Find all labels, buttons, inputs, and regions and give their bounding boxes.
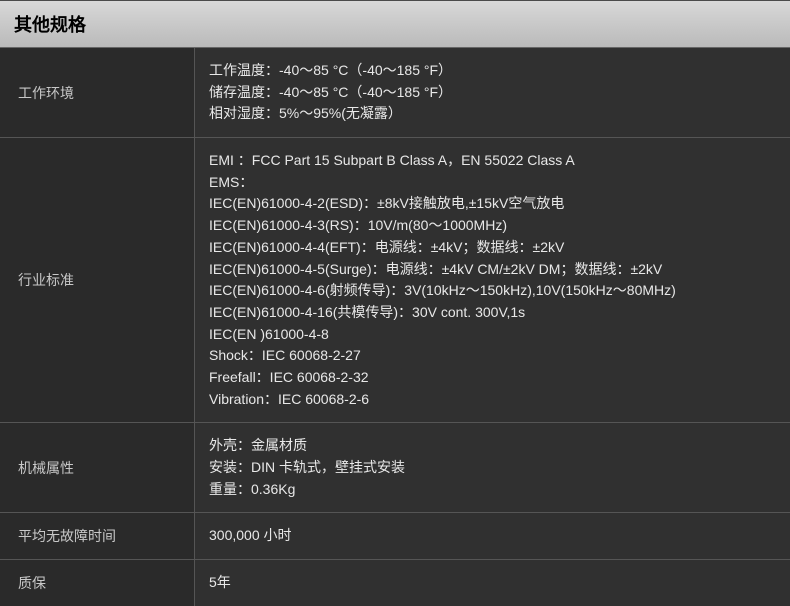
spec-table: 工作环境 工作温度：-40～85 °C（-40～185 °F） 储存温度：-40… (0, 48, 790, 606)
row-label: 机械属性 (0, 423, 195, 512)
value-line: IEC(EN)61000-4-3(RS)：10V/m(80～1000MHz) (209, 215, 776, 237)
value-line: 相对湿度：5%～95%(无凝露） (209, 103, 776, 125)
section-header: 其他规格 (0, 0, 790, 48)
value-line: 安装：DIN 卡轨式，壁挂式安装 (209, 457, 776, 479)
row-value: EMI ：FCC Part 15 Subpart B Class A，EN 55… (195, 138, 790, 422)
value-line: 工作温度：-40～85 °C（-40～185 °F） (209, 60, 776, 82)
row-label: 工作环境 (0, 48, 195, 137)
value-line: 300,000 小时 (209, 525, 776, 547)
value-line: Shock：IEC 60068-2-27 (209, 345, 776, 367)
value-line: EMS： (209, 172, 776, 194)
value-line: Freefall：IEC 60068-2-32 (209, 367, 776, 389)
table-row: 平均无故障时间 300,000 小时 (0, 513, 790, 560)
value-line: 外壳：金属材质 (209, 435, 776, 457)
row-value: 5年 (195, 560, 790, 606)
value-line: IEC(EN)61000-4-6(射频传导)：3V(10kHz～150kHz),… (209, 280, 776, 302)
value-line: IEC(EN)61000-4-5(Surge)：电源线：±4kV CM/±2kV… (209, 259, 776, 281)
row-value: 工作温度：-40～85 °C（-40～185 °F） 储存温度：-40～85 °… (195, 48, 790, 137)
value-line: IEC(EN)61000-4-4(EFT)：电源线：±4kV；数据线：±2kV (209, 237, 776, 259)
value-line: IEC(EN)61000-4-16(共模传导)：30V cont. 300V,1… (209, 302, 776, 324)
table-row: 行业标准 EMI ：FCC Part 15 Subpart B Class A，… (0, 138, 790, 423)
value-line: 重量：0.36Kg (209, 479, 776, 501)
row-label: 质保 (0, 560, 195, 606)
table-row: 机械属性 外壳：金属材质 安装：DIN 卡轨式，壁挂式安装 重量：0.36Kg (0, 423, 790, 513)
value-line: IEC(EN )61000-4-8 (209, 324, 776, 346)
value-line: EMI ：FCC Part 15 Subpart B Class A，EN 55… (209, 150, 776, 172)
value-line: IEC(EN)61000-4-2(ESD)：±8kV接触放电,±15kV空气放电 (209, 193, 776, 215)
row-label: 行业标准 (0, 138, 195, 422)
table-row: 工作环境 工作温度：-40～85 °C（-40～185 °F） 储存温度：-40… (0, 48, 790, 138)
row-value: 外壳：金属材质 安装：DIN 卡轨式，壁挂式安装 重量：0.36Kg (195, 423, 790, 512)
value-line: 储存温度：-40～85 °C（-40～185 °F） (209, 82, 776, 104)
table-row: 质保 5年 (0, 560, 790, 606)
row-label: 平均无故障时间 (0, 513, 195, 559)
row-value: 300,000 小时 (195, 513, 790, 559)
value-line: 5年 (209, 572, 776, 594)
value-line: Vibration：IEC 60068-2-6 (209, 389, 776, 411)
